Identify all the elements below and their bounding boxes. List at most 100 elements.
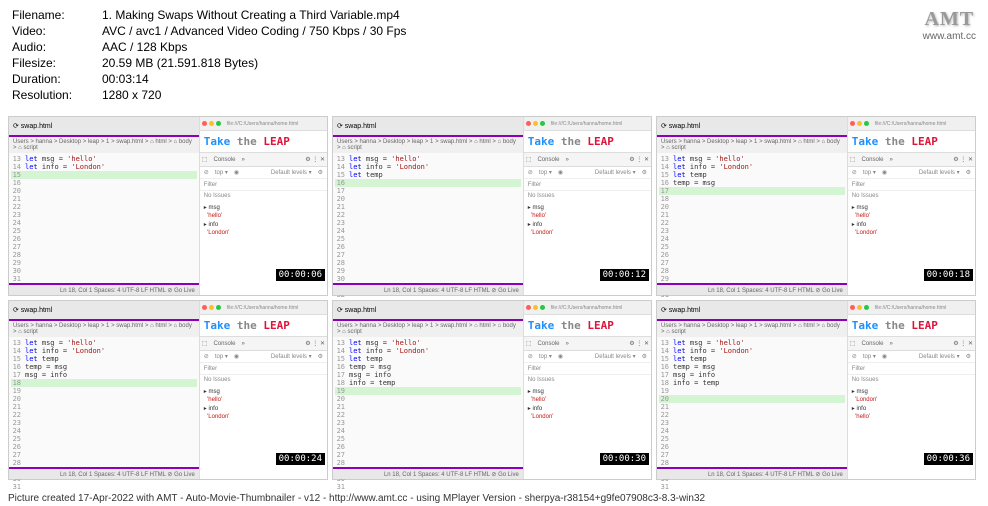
close-icon xyxy=(526,121,531,126)
maximize-icon xyxy=(540,121,545,126)
editor-tab: ⟳ swap.html xyxy=(9,117,199,137)
url-bar: file:///C:/Users/hanna/home.html xyxy=(227,121,298,127)
amt-logo: AMT www.amt.cc xyxy=(923,8,976,42)
console-toolbar: ⊘top ▾◉Default levels ▾⚙ xyxy=(524,167,651,179)
levels-dropdown: Default levels ▾ xyxy=(271,353,312,360)
minimize-icon xyxy=(857,121,862,126)
logo-text: AMT xyxy=(923,8,976,31)
devtools-tabs: ⬚Console»⚙ ⋮ ✕ xyxy=(524,337,651,351)
maximize-icon xyxy=(864,305,869,310)
code-editor: ⟳ swap.htmlUsers > hanna > Desktop > lea… xyxy=(9,117,200,295)
breadcrumb: Users > hanna > Desktop > leap > 1 > swa… xyxy=(657,321,847,337)
gear-icon: ⚙ ⋮ ✕ xyxy=(305,156,325,163)
context-dropdown: top ▾ xyxy=(215,169,228,176)
resolution-label: Resolution: xyxy=(12,88,102,102)
clear-icon: ⊘ xyxy=(528,169,533,176)
eye-icon: ◉ xyxy=(558,353,563,360)
minimize-icon xyxy=(209,305,214,310)
gear-icon: ⚙ ⋮ ✕ xyxy=(953,156,973,163)
console-output: ▸ msg 'hello'▸ info 'London' xyxy=(200,201,327,239)
eye-icon: ◉ xyxy=(882,169,887,176)
page-heading: Take the LEAP xyxy=(848,315,975,336)
console-output: ▸ msg 'London'▸ info 'hello' xyxy=(848,385,975,423)
page-heading: Take the LEAP xyxy=(524,131,651,152)
minimize-icon xyxy=(533,121,538,126)
chevron-right-icon: » xyxy=(565,157,568,163)
levels-dropdown: Default levels ▾ xyxy=(595,353,636,360)
eye-icon: ◉ xyxy=(234,353,239,360)
filesize-label: Filesize: xyxy=(12,56,102,70)
gear-icon: ⚙ ⋮ ✕ xyxy=(305,340,325,347)
devtools-tabs: ⬚Console»⚙ ⋮ ✕ xyxy=(200,153,327,167)
gear-icon: ⚙ xyxy=(966,353,971,360)
browser-titlebar: file:///C:/Users/hanna/home.html xyxy=(524,117,651,131)
elements-icon: ⬚ xyxy=(526,156,532,163)
url-bar: file:///C:/Users/hanna/home.html xyxy=(875,305,946,311)
minimize-icon xyxy=(857,305,862,310)
context-dropdown: top ▾ xyxy=(863,353,876,360)
levels-dropdown: Default levels ▾ xyxy=(919,353,960,360)
console-output: ▸ msg 'hello'▸ info 'London' xyxy=(524,201,651,239)
devtools-tabs: ⬚Console»⚙ ⋮ ✕ xyxy=(524,153,651,167)
console-toolbar: ⊘top ▾◉Default levels ▾⚙ xyxy=(200,167,327,179)
filter-input: Filter xyxy=(524,363,651,375)
context-dropdown: top ▾ xyxy=(215,353,228,360)
code-editor: ⟳ swap.htmlUsers > hanna > Desktop > lea… xyxy=(333,117,524,295)
gear-icon: ⚙ xyxy=(318,169,323,176)
chevron-right-icon: » xyxy=(565,341,568,347)
timestamp-badge: 00:00:18 xyxy=(924,269,973,281)
console-tab: Console xyxy=(213,341,235,347)
chevron-right-icon: » xyxy=(241,341,244,347)
devtools-tabs: ⬚Console»⚙ ⋮ ✕ xyxy=(848,337,975,351)
page-heading: Take the LEAP xyxy=(200,131,327,152)
console-tab: Console xyxy=(861,157,883,163)
console-tab: Console xyxy=(861,341,883,347)
resolution-value: 1280 x 720 xyxy=(102,88,161,102)
browser-titlebar: file:///C:/Users/hanna/home.html xyxy=(200,117,327,131)
console-toolbar: ⊘top ▾◉Default levels ▾⚙ xyxy=(524,351,651,363)
maximize-icon xyxy=(540,305,545,310)
breadcrumb: Users > hanna > Desktop > leap > 1 > swa… xyxy=(9,137,199,153)
maximize-icon xyxy=(864,121,869,126)
context-dropdown: top ▾ xyxy=(539,353,552,360)
filename-label: Filename: xyxy=(12,8,102,22)
close-icon xyxy=(526,305,531,310)
filename-value: 1. Making Swaps Without Creating a Third… xyxy=(102,8,400,22)
gear-icon: ⚙ ⋮ ✕ xyxy=(629,340,649,347)
gear-icon: ⚙ ⋮ ✕ xyxy=(629,156,649,163)
browser-titlebar: file:///C:/Users/hanna/home.html xyxy=(200,301,327,315)
console-output: ▸ msg 'hello'▸ info 'London' xyxy=(848,201,975,239)
browser-titlebar: file:///C:/Users/hanna/home.html xyxy=(524,301,651,315)
breadcrumb: Users > hanna > Desktop > leap > 1 > swa… xyxy=(333,137,523,153)
video-value: AVC / avc1 / Advanced Video Coding / 750… xyxy=(102,24,406,38)
editor-tab: ⟳ swap.html xyxy=(657,301,847,321)
footer-text: Picture created 17-Apr-2022 with AMT - A… xyxy=(0,491,988,506)
timestamp-badge: 00:00:24 xyxy=(276,453,325,465)
url-bar: file:///C:/Users/hanna/home.html xyxy=(875,121,946,127)
url-bar: file:///C:/Users/hanna/home.html xyxy=(551,305,622,311)
elements-icon: ⬚ xyxy=(526,340,532,347)
close-icon xyxy=(850,121,855,126)
context-dropdown: top ▾ xyxy=(539,169,552,176)
close-icon xyxy=(850,305,855,310)
console-output: ▸ msg 'hello'▸ info 'London' xyxy=(200,385,327,423)
editor-tab: ⟳ swap.html xyxy=(333,117,523,137)
elements-icon: ⬚ xyxy=(850,340,856,347)
no-issues-text: No Issues xyxy=(524,191,651,201)
timestamp-badge: 00:00:36 xyxy=(924,453,973,465)
clear-icon: ⊘ xyxy=(204,353,209,360)
editor-tab: ⟳ swap.html xyxy=(657,117,847,137)
editor-status-bar: Ln 18, Col 1 Spaces: 4 UTF-8 LF HTML ⊘ G… xyxy=(9,467,199,479)
maximize-icon xyxy=(216,305,221,310)
clear-icon: ⊘ xyxy=(852,169,857,176)
console-toolbar: ⊘top ▾◉Default levels ▾⚙ xyxy=(848,351,975,363)
thumbnail: ⟳ swap.htmlUsers > hanna > Desktop > lea… xyxy=(8,116,328,296)
editor-status-bar: Ln 18, Col 1 Spaces: 4 UTF-8 LF HTML ⊘ G… xyxy=(657,283,847,295)
filter-input: Filter xyxy=(848,363,975,375)
clear-icon: ⊘ xyxy=(528,353,533,360)
timestamp-badge: 00:00:06 xyxy=(276,269,325,281)
no-issues-text: No Issues xyxy=(200,375,327,385)
filter-input: Filter xyxy=(200,363,327,375)
gear-icon: ⚙ xyxy=(642,169,647,176)
code-area: 13let msg = 'hello'14let info = 'London'… xyxy=(9,153,199,293)
